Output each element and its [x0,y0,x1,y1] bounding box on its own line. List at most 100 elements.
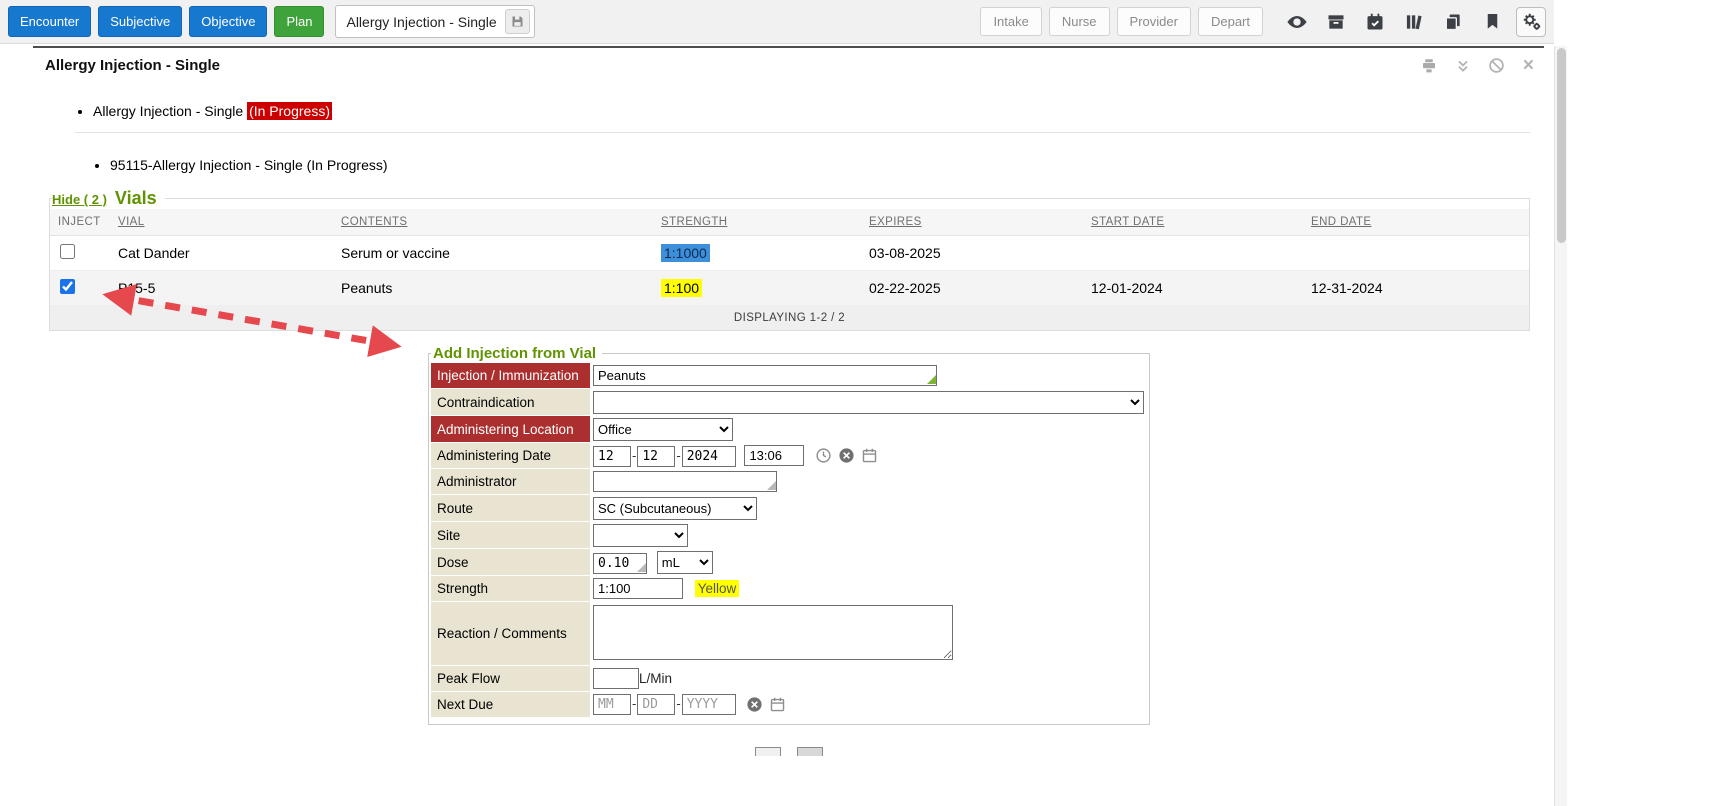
inject-checkbox-p15-5[interactable] [60,279,75,294]
column-header-vial[interactable]: VIAL [110,209,333,236]
vial-row-cat-dander: Cat Dander Serum or vaccine 1:1000 03-08… [50,236,1529,271]
start-date-cell: 12-01-2024 [1083,271,1303,306]
form-row-administering-date: Administering Date - - [431,443,1147,469]
form-row-site: Site [431,522,1147,549]
current-time-icon[interactable] [815,447,832,464]
admin-date-month-input[interactable] [593,446,631,467]
hide-vials-link[interactable]: Hide ( 2 ) [52,192,107,207]
vial-cell: P15-5 [110,271,333,306]
next-due-month-input[interactable] [593,694,631,715]
depart-button[interactable]: Depart [1198,7,1263,36]
objective-button[interactable]: Objective [189,6,267,37]
administrator-label: Administrator [431,469,590,495]
injection-input[interactable] [593,365,937,386]
form-row-administrator: Administrator [431,469,1147,495]
administering-date-label: Administering Date [431,443,590,469]
strength-input[interactable] [593,578,683,599]
dose-input[interactable] [593,553,647,574]
app-window: Encounter Subjective Objective Plan Alle… [0,0,1554,806]
end-date-cell: 12-31-2024 [1303,271,1529,306]
admin-date-day-input[interactable] [637,446,675,467]
date-separator: - [632,448,636,463]
date-separator: - [676,448,680,463]
page-title: Allergy Injection - Single [45,57,220,74]
clear-date-icon[interactable] [838,447,855,464]
books-icon[interactable] [1399,7,1429,37]
reaction-comments-textarea[interactable] [593,605,953,660]
gears-icon[interactable] [1516,7,1546,37]
vertical-scrollbar[interactable] [1554,46,1567,806]
copy-icon[interactable] [1438,7,1468,37]
contraindication-label: Contraindication [431,389,590,416]
vials-table: INJECT VIAL CONTENTS STRENGTH EXPIRES ST… [50,209,1529,330]
save-icon[interactable] [505,9,530,34]
strength-color-note: Yellow [695,580,740,597]
nurse-button[interactable]: Nurse [1049,7,1110,36]
peak-flow-input[interactable] [593,668,639,689]
clear-next-due-icon[interactable] [746,696,763,713]
column-header-expires[interactable]: EXPIRES [861,209,1083,236]
site-select[interactable] [593,524,688,547]
injection-label: Injection / Immunization [431,363,590,389]
scrollbar-thumb[interactable] [1557,48,1566,243]
form-row-reaction: Reaction / Comments [431,602,1147,666]
form-action-button[interactable] [755,747,781,756]
dose-unit-select[interactable]: mL [657,551,713,574]
admin-date-year-input[interactable] [682,446,736,467]
next-due-label: Next Due [431,692,590,718]
expires-cell: 02-22-2025 [861,271,1083,306]
add-injection-form: Add Injection from Vial Injection / Immu… [428,345,1150,725]
vials-section: Hide ( 2 ) Vials INJECT VIAL CONTENTS ST… [49,188,1530,331]
code-bullet-list: 95115-Allergy Injection - Single (In Pro… [110,157,1544,173]
start-date-cell [1083,236,1303,271]
inject-checkbox-cat-dander[interactable] [60,244,75,259]
calendar-check-icon[interactable] [1360,7,1390,37]
column-header-contents[interactable]: CONTENTS [333,209,653,236]
close-icon[interactable]: × [1523,56,1534,75]
vials-table-footer-row: DISPLAYING 1-2 / 2 [50,306,1529,331]
form-action-buttons-cut-off [428,747,1150,756]
strength-highlight-yellow: 1:100 [661,279,702,297]
site-label: Site [431,522,590,549]
status-badge: (In Progress) [247,102,332,120]
bookmark-icon[interactable] [1477,7,1507,37]
column-header-end-date[interactable]: END DATE [1303,209,1529,236]
form-row-dose: Dose mL [431,549,1147,576]
next-due-year-input[interactable] [682,694,736,715]
document-tab-label: Allergy Injection - Single [346,14,496,30]
next-due-day-input[interactable] [637,694,675,715]
route-select[interactable]: SC (Subcutaneous) [593,497,757,520]
panel-header-icons: × [1420,56,1534,75]
form-action-button[interactable] [797,747,823,756]
administering-location-select[interactable]: Office [593,418,733,441]
encounter-button[interactable]: Encounter [8,6,91,37]
calendar-picker-icon[interactable] [861,447,878,464]
strength-cell: 1:100 [653,271,861,306]
route-label: Route [431,495,590,522]
collapse-chevrons-icon[interactable] [1456,59,1470,73]
admin-time-input[interactable] [744,445,804,466]
eye-icon[interactable] [1282,7,1312,37]
no-entry-icon[interactable] [1488,57,1505,74]
reaction-comments-label: Reaction / Comments [431,602,590,666]
strength-highlight-blue: 1:1000 [661,244,710,262]
column-header-strength[interactable]: STRENGTH [653,209,861,236]
paging-status: DISPLAYING 1-2 / 2 [50,306,1529,331]
next-due-calendar-icon[interactable] [769,696,786,713]
archive-box-icon[interactable] [1321,7,1351,37]
administrator-input[interactable] [593,471,777,492]
strength-label: Strength [431,576,590,602]
subjective-button[interactable]: Subjective [98,6,182,37]
contraindication-select[interactable] [593,391,1144,414]
plan-button[interactable]: Plan [274,6,324,37]
peak-flow-unit: L/Min [639,671,672,686]
code-bullet-text: 95115-Allergy Injection - Single (In Pro… [110,157,388,173]
column-header-start-date[interactable]: START DATE [1083,209,1303,236]
intake-button[interactable]: Intake [980,7,1041,36]
strength-cell: 1:1000 [653,236,861,271]
code-bullet-item: 95115-Allergy Injection - Single (In Pro… [110,157,1544,173]
print-icon[interactable] [1420,57,1438,75]
provider-button[interactable]: Provider [1117,7,1191,36]
form-row-peak-flow: Peak Flow L/Min [431,666,1147,692]
document-tab[interactable]: Allergy Injection - Single [335,5,534,38]
